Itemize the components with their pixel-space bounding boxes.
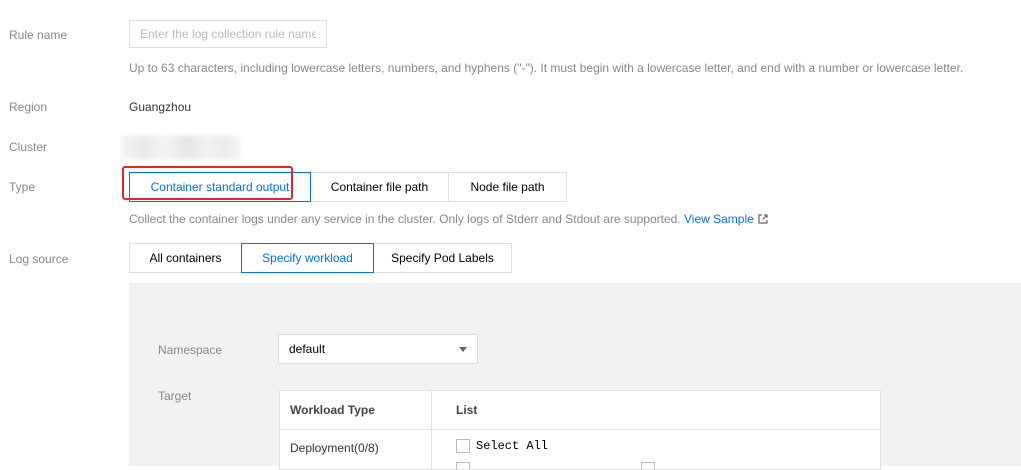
namespace-selected-value: default <box>289 342 326 356</box>
region-value: Guangzhou <box>129 100 192 114</box>
annotation-highlight-box <box>122 166 293 200</box>
log-source-option-specify-workload[interactable]: Specify workload <box>241 243 374 273</box>
type-label: Type <box>9 180 36 194</box>
type-option-container-file-path[interactable]: Container file path <box>310 172 449 202</box>
cluster-label: Cluster <box>9 140 48 154</box>
log-source-option-specify-pod-labels[interactable]: Specify Pod Labels <box>373 243 512 273</box>
workload-type-cell[interactable]: Deployment(0/8) <box>280 430 432 469</box>
select-all-checkbox[interactable]: Select All <box>456 438 549 453</box>
column-header-workload-type: Workload Type <box>280 391 432 429</box>
type-hint: Collect the container logs under any ser… <box>129 212 768 226</box>
type-option-node-file-path[interactable]: Node file path <box>448 172 567 202</box>
rule-name-hint: Up to 63 characters, including lowercase… <box>129 61 964 75</box>
select-all-label: Select All <box>476 438 549 453</box>
table-row: Deployment(0/8) Select All <box>280 430 880 469</box>
log-source-segmented-control: All containers Specify workload Specify … <box>129 243 512 273</box>
external-link-icon <box>758 214 768 224</box>
checkbox-icon <box>456 438 470 453</box>
log-source-option-all-containers[interactable]: All containers <box>129 243 242 273</box>
target-label: Target <box>158 389 192 403</box>
view-sample-link[interactable]: View Sample <box>684 212 768 226</box>
caret-down-icon <box>459 346 467 352</box>
workload-checkbox-row-partial <box>456 461 880 469</box>
region-label: Region <box>9 100 48 114</box>
column-header-list: List <box>456 403 478 417</box>
table-header: Workload Type List <box>280 391 880 430</box>
namespace-select[interactable]: default <box>278 334 478 364</box>
workload-list-cell: Select All <box>432 430 880 469</box>
workload-config-panel: Namespace default Target Workload Type L… <box>129 283 1021 470</box>
log-source-label: Log source <box>9 252 69 266</box>
target-table: Workload Type List Deployment(0/8) Selec… <box>279 390 881 470</box>
view-sample-label: View Sample <box>684 212 754 226</box>
namespace-label: Namespace <box>158 343 223 357</box>
type-hint-text: Collect the container logs under any ser… <box>129 212 681 226</box>
rule-name-label: Rule name <box>9 28 68 42</box>
cluster-value-redacted <box>122 135 240 159</box>
workload-type-deployment: Deployment(0/8) <box>290 441 379 455</box>
rule-name-input[interactable] <box>129 20 327 48</box>
